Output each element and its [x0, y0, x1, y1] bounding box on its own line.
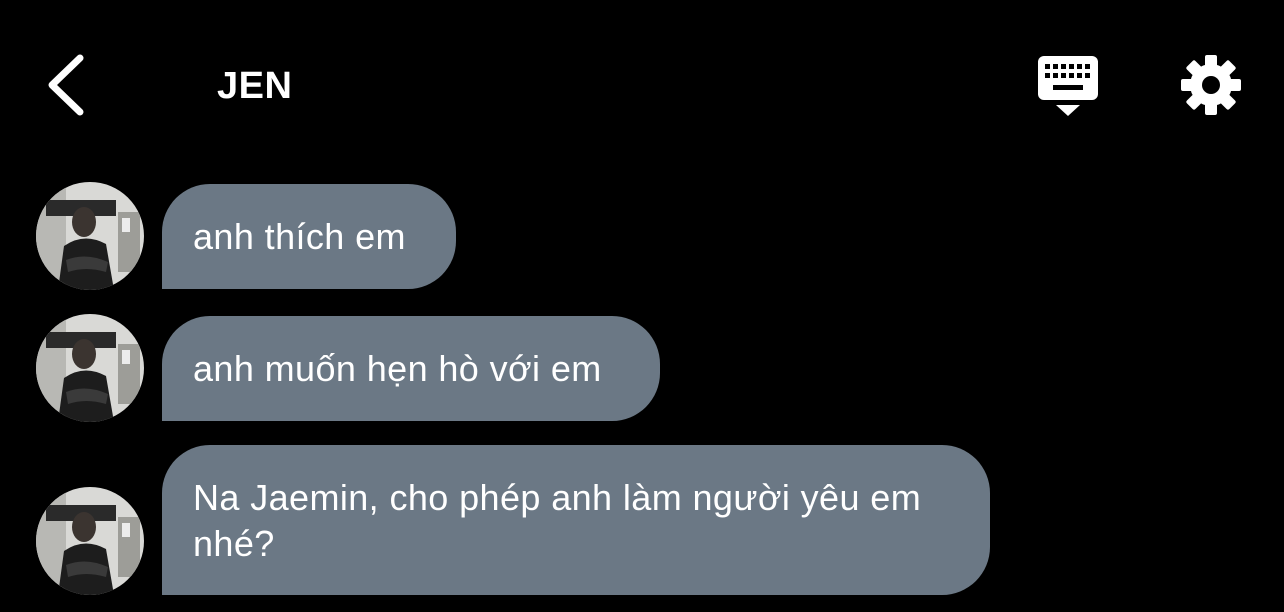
message-bubble[interactable]: anh thích em: [162, 184, 456, 289]
avatar[interactable]: [36, 182, 144, 290]
settings-button[interactable]: [1180, 54, 1242, 116]
message-row: anh thích em: [0, 180, 1284, 292]
avatar[interactable]: [36, 487, 144, 595]
keyboard-button[interactable]: [1036, 54, 1100, 120]
message-row: anh muốn hẹn hò với em: [0, 312, 1284, 424]
chat-header: JEN: [0, 0, 1284, 170]
profile-photo: [36, 182, 144, 290]
chevron-left-icon: [48, 54, 84, 116]
profile-photo: [36, 487, 144, 595]
avatar[interactable]: [36, 314, 144, 422]
keyboard-icon: [1038, 56, 1098, 116]
back-button[interactable]: [40, 50, 90, 120]
chat-title: JEN: [217, 65, 293, 107]
message-bubble[interactable]: anh muốn hẹn hò với em: [162, 316, 660, 421]
message-bubble[interactable]: Na Jaemin, cho phép anh làm người yêu em…: [162, 445, 990, 595]
profile-photo: [36, 314, 144, 422]
message-row: Na Jaemin, cho phép anh làm người yêu em…: [0, 445, 1284, 612]
gear-icon: [1181, 55, 1241, 115]
